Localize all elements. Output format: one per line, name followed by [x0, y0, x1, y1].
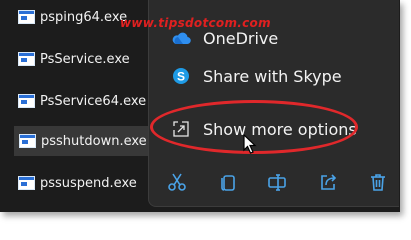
file-name: PsService.exe	[40, 51, 130, 67]
cut-icon	[168, 173, 186, 191]
exe-file-icon	[19, 134, 36, 148]
menu-item-share-with-skype[interactable]: S Share with Skype	[149, 59, 399, 93]
file-row[interactable]: pssuspend.exe	[13, 168, 153, 198]
file-row[interactable]: PsService64.exe	[13, 86, 153, 116]
exe-file-icon	[18, 52, 35, 66]
file-row-selected[interactable]: psshutdown.exe	[14, 126, 154, 156]
file-name: psshutdown.exe	[41, 133, 147, 149]
file-name: pssuspend.exe	[40, 175, 137, 191]
delete-button[interactable]	[366, 170, 390, 194]
delete-icon	[371, 174, 385, 191]
file-row[interactable]: PsService.exe	[13, 44, 153, 74]
watermark-text: www.tipsdotcom.com	[120, 16, 271, 30]
copy-icon	[221, 175, 235, 191]
screenshot-frame: psping64.exe PsService.exe PsService64.e…	[0, 0, 400, 212]
exe-file-icon	[18, 94, 35, 108]
mouse-pointer-icon	[243, 133, 257, 158]
menu-item-label: Share with Skype	[203, 66, 342, 86]
skype-icon: S	[171, 66, 191, 86]
cut-button[interactable]	[165, 170, 189, 194]
share-icon	[321, 174, 337, 190]
exe-file-icon	[18, 176, 35, 190]
rename-button[interactable]	[266, 170, 290, 194]
menu-item-label: OneDrive	[203, 28, 279, 48]
svg-text:S: S	[177, 70, 185, 84]
rename-icon	[268, 174, 286, 191]
file-list: psping64.exe PsService.exe PsService64.e…	[0, 0, 154, 212]
file-name: PsService64.exe	[40, 93, 147, 109]
onedrive-icon	[171, 28, 191, 48]
share-button[interactable]	[316, 170, 340, 194]
copy-button[interactable]	[216, 170, 240, 194]
file-name: psping64.exe	[40, 9, 128, 25]
exe-file-icon	[18, 10, 35, 24]
context-menu-toolbar	[148, 170, 398, 196]
